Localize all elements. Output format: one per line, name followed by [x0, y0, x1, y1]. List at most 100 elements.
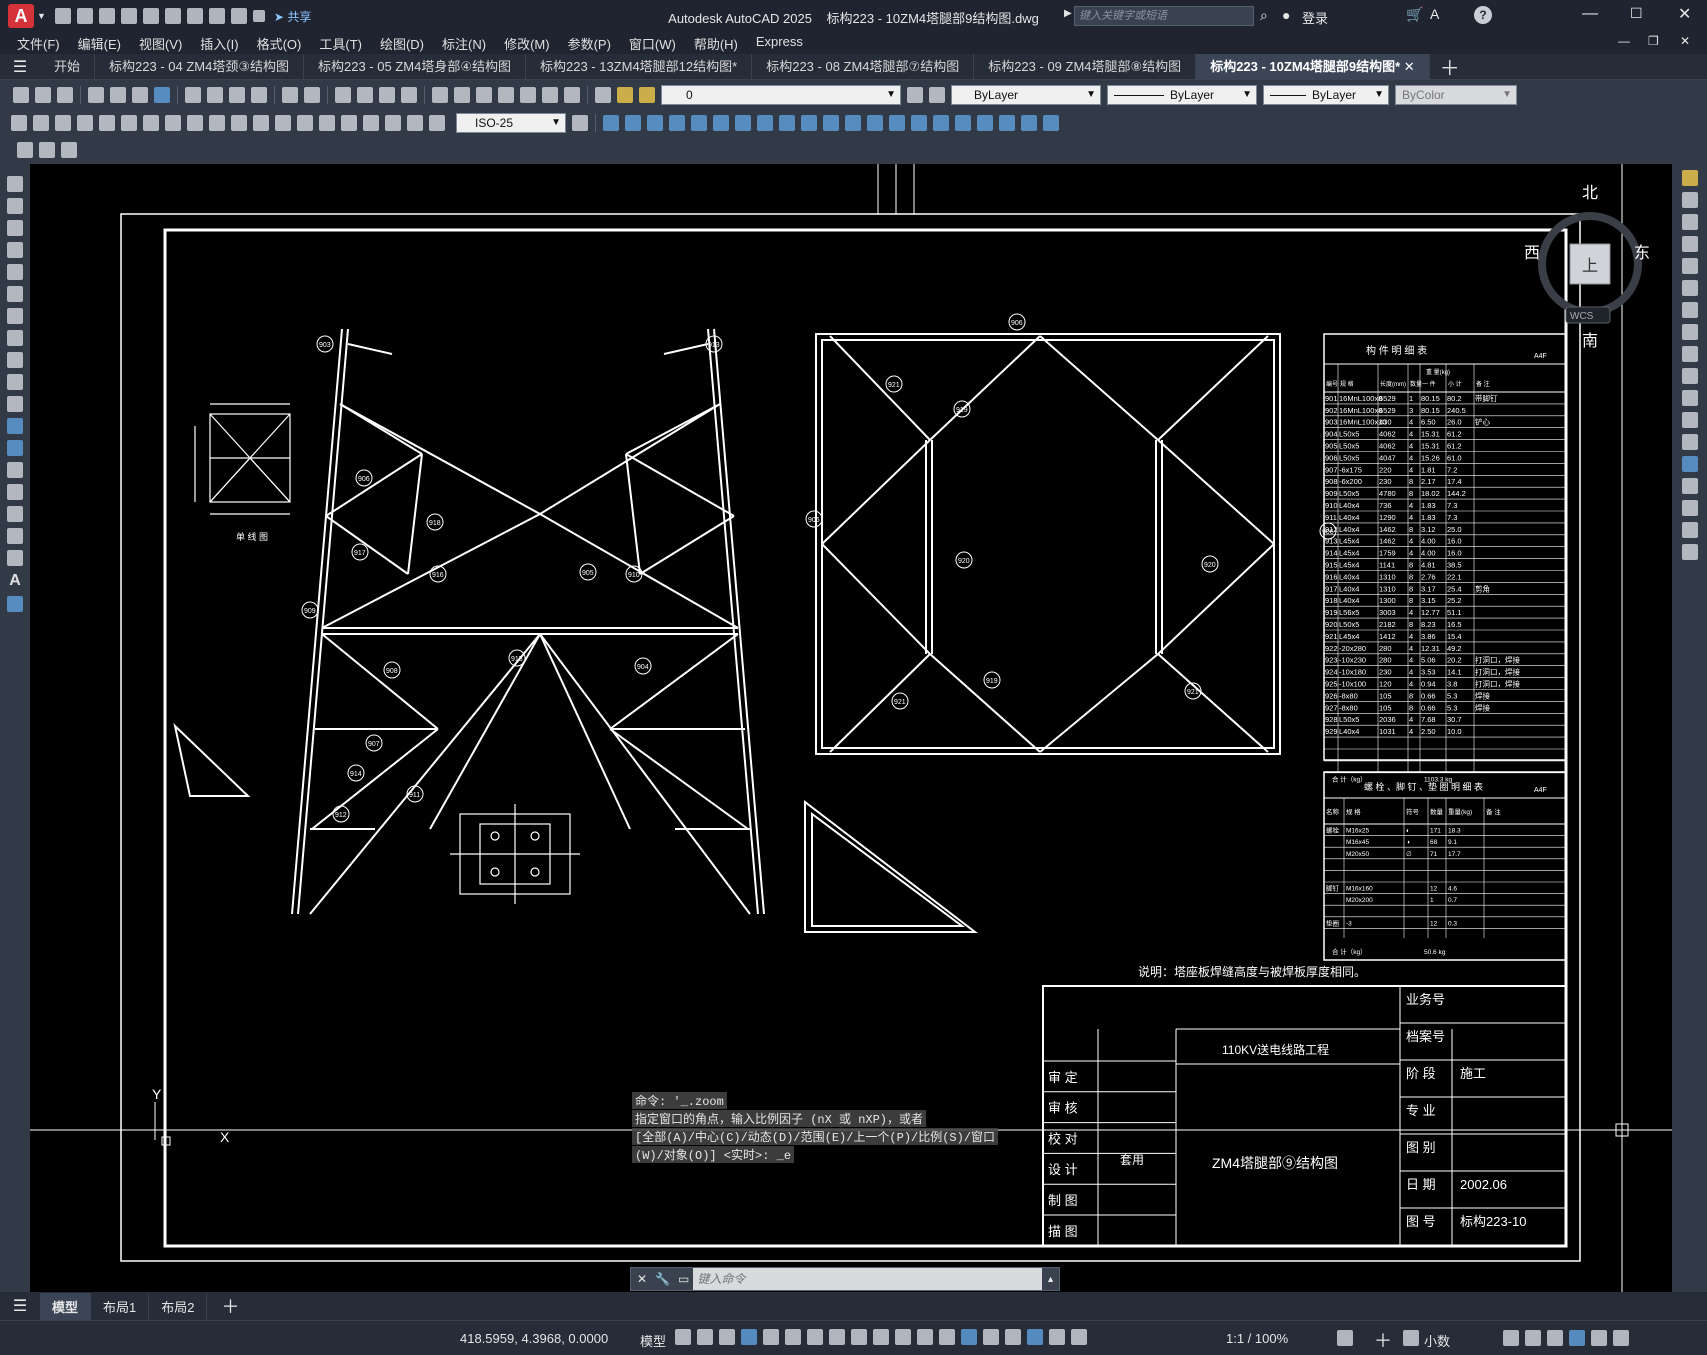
dimension-text-edit-icon[interactable] [407, 115, 423, 131]
array-icon[interactable] [1681, 258, 1698, 274]
construction-line-icon[interactable] [7, 198, 23, 214]
gizmo-icon[interactable] [1005, 1329, 1021, 1345]
menu-item[interactable]: 窗口(W) [620, 34, 685, 53]
offset-icon[interactable] [1681, 236, 1698, 252]
dimstyle-dropdown[interactable]: ISO-25 ▼ [456, 113, 566, 133]
object-snap-icon[interactable] [851, 1329, 867, 1345]
ortho-icon[interactable] [763, 1329, 779, 1345]
save-to-web-icon[interactable] [164, 8, 181, 24]
break-icon[interactable] [823, 115, 839, 131]
ordinate-icon[interactable] [77, 115, 93, 131]
grid-icon[interactable] [675, 1329, 691, 1345]
search-icon[interactable]: ⌕ [1260, 7, 1268, 24]
doc-restore-button[interactable]: ❐ [1648, 34, 1659, 48]
file-tab[interactable]: 标构223 - 13ZM4塔腿部12结构图* [526, 53, 753, 80]
extend-icon[interactable] [801, 115, 817, 131]
angular-icon[interactable] [165, 115, 181, 131]
zoom-previous-icon[interactable] [401, 87, 417, 103]
pan-icon[interactable] [335, 87, 351, 103]
clean-screen-icon[interactable] [1591, 1330, 1607, 1346]
design-center-icon[interactable] [454, 87, 470, 103]
radius-icon[interactable] [99, 115, 115, 131]
lineweight-icon[interactable] [873, 1329, 889, 1345]
snap-icon[interactable] [697, 1329, 713, 1345]
annotation-scale-dropdown[interactable]: 1:1 / 100% [1226, 1331, 1288, 1346]
polygon-icon[interactable] [7, 242, 23, 258]
region-icon[interactable] [7, 528, 23, 544]
annotation-scale-icon[interactable] [1071, 1329, 1087, 1345]
spline-icon[interactable] [7, 352, 23, 368]
customize-qat-icon[interactable] [252, 10, 265, 22]
viewcube-south[interactable]: 南 [1582, 332, 1598, 350]
coordinates-readout[interactable]: 418.5959, 4.3968, 0.0000 [460, 1331, 608, 1346]
copy-icon[interactable] [1681, 192, 1698, 208]
menu-item[interactable]: 视图(V) [130, 34, 191, 53]
viewcube-north[interactable]: 北 [1582, 184, 1598, 202]
layer-properties-icon[interactable] [595, 87, 611, 103]
user-icon[interactable]: ● [1282, 7, 1290, 23]
rotate-icon[interactable] [713, 115, 729, 131]
quick-dimension-icon[interactable] [187, 115, 203, 131]
doc-minimize-button[interactable]: — [1618, 34, 1630, 48]
menu-item[interactable]: 格式(O) [248, 34, 311, 53]
command-prompt-icon[interactable]: ▭ [678, 1272, 689, 1286]
menu-item[interactable]: 修改(M) [495, 34, 559, 53]
linetype-dropdown[interactable]: ByLayer ▼ [1107, 85, 1257, 105]
customize-icon[interactable] [1613, 1330, 1629, 1346]
erase-icon[interactable] [1681, 170, 1698, 186]
selection-cycling-icon[interactable] [917, 1329, 933, 1345]
array-icon[interactable] [669, 115, 685, 131]
isolate-objects-icon[interactable] [1547, 1330, 1563, 1346]
group-icon[interactable] [999, 115, 1015, 131]
viewcube-top-face[interactable]: 上 [1582, 257, 1598, 275]
sheet-set-icon[interactable] [498, 87, 514, 103]
ungroup-icon[interactable] [1021, 115, 1037, 131]
insert-block-icon[interactable] [7, 418, 23, 434]
sheet-save-icon[interactable] [39, 142, 55, 158]
stretch-icon[interactable] [757, 115, 773, 131]
share-button[interactable]: ➤ 共享 [274, 8, 311, 25]
close-tab-icon[interactable]: ✕ [1400, 59, 1415, 74]
polyline-icon[interactable] [7, 220, 23, 236]
hamburger-menu-icon[interactable]: ☰ [0, 57, 40, 77]
file-tab[interactable]: 标构223 - 09 ZM4塔腿部⑧结构图 [974, 53, 1197, 80]
paste-icon[interactable] [229, 87, 245, 103]
trim-icon[interactable] [779, 115, 795, 131]
menu-item[interactable]: 参数(P) [559, 34, 620, 53]
menu-item[interactable]: Express [747, 34, 812, 53]
chamfer-icon[interactable] [1681, 478, 1698, 494]
inspection-icon[interactable] [341, 115, 357, 131]
layout-tab[interactable]: 布局2 [149, 1292, 208, 1320]
plot-icon[interactable] [88, 87, 104, 103]
layer-previous-icon[interactable] [929, 87, 945, 103]
break-at-point-icon[interactable] [1681, 412, 1698, 428]
move-icon[interactable] [1681, 280, 1698, 296]
explode-icon[interactable] [911, 115, 927, 131]
dimension-break-icon[interactable] [275, 115, 291, 131]
lineweight-dropdown[interactable]: ByLayer ▼ [1263, 85, 1389, 105]
fillet-icon[interactable] [889, 115, 905, 131]
hatch-icon[interactable] [1043, 115, 1059, 131]
publish-icon[interactable] [132, 87, 148, 103]
scale-icon[interactable] [1681, 324, 1698, 340]
move-icon[interactable] [691, 115, 707, 131]
trim-icon[interactable] [1681, 368, 1698, 384]
join-icon[interactable] [1681, 456, 1698, 472]
infer-constraints-icon[interactable] [719, 1329, 735, 1345]
undo-icon[interactable] [208, 8, 225, 24]
block-icon[interactable] [955, 115, 971, 131]
plot-icon[interactable] [186, 8, 203, 24]
close-button[interactable]: ✕ [1678, 4, 1691, 24]
save-as-icon[interactable] [120, 8, 137, 24]
dimension-update-icon[interactable] [429, 115, 445, 131]
transparency-icon[interactable] [895, 1329, 911, 1345]
3d-print-icon[interactable] [154, 87, 170, 103]
copy-object-icon[interactable] [603, 115, 619, 131]
point-icon[interactable] [7, 462, 23, 478]
command-customize-icon[interactable]: 🔧 [655, 1272, 670, 1286]
command-close-icon[interactable]: ✕ [637, 1272, 647, 1286]
zoom-realtime-icon[interactable] [357, 87, 373, 103]
revision-cloud-icon[interactable] [7, 330, 23, 346]
command-input[interactable] [693, 1268, 1043, 1290]
arc-length-icon[interactable] [55, 115, 71, 131]
